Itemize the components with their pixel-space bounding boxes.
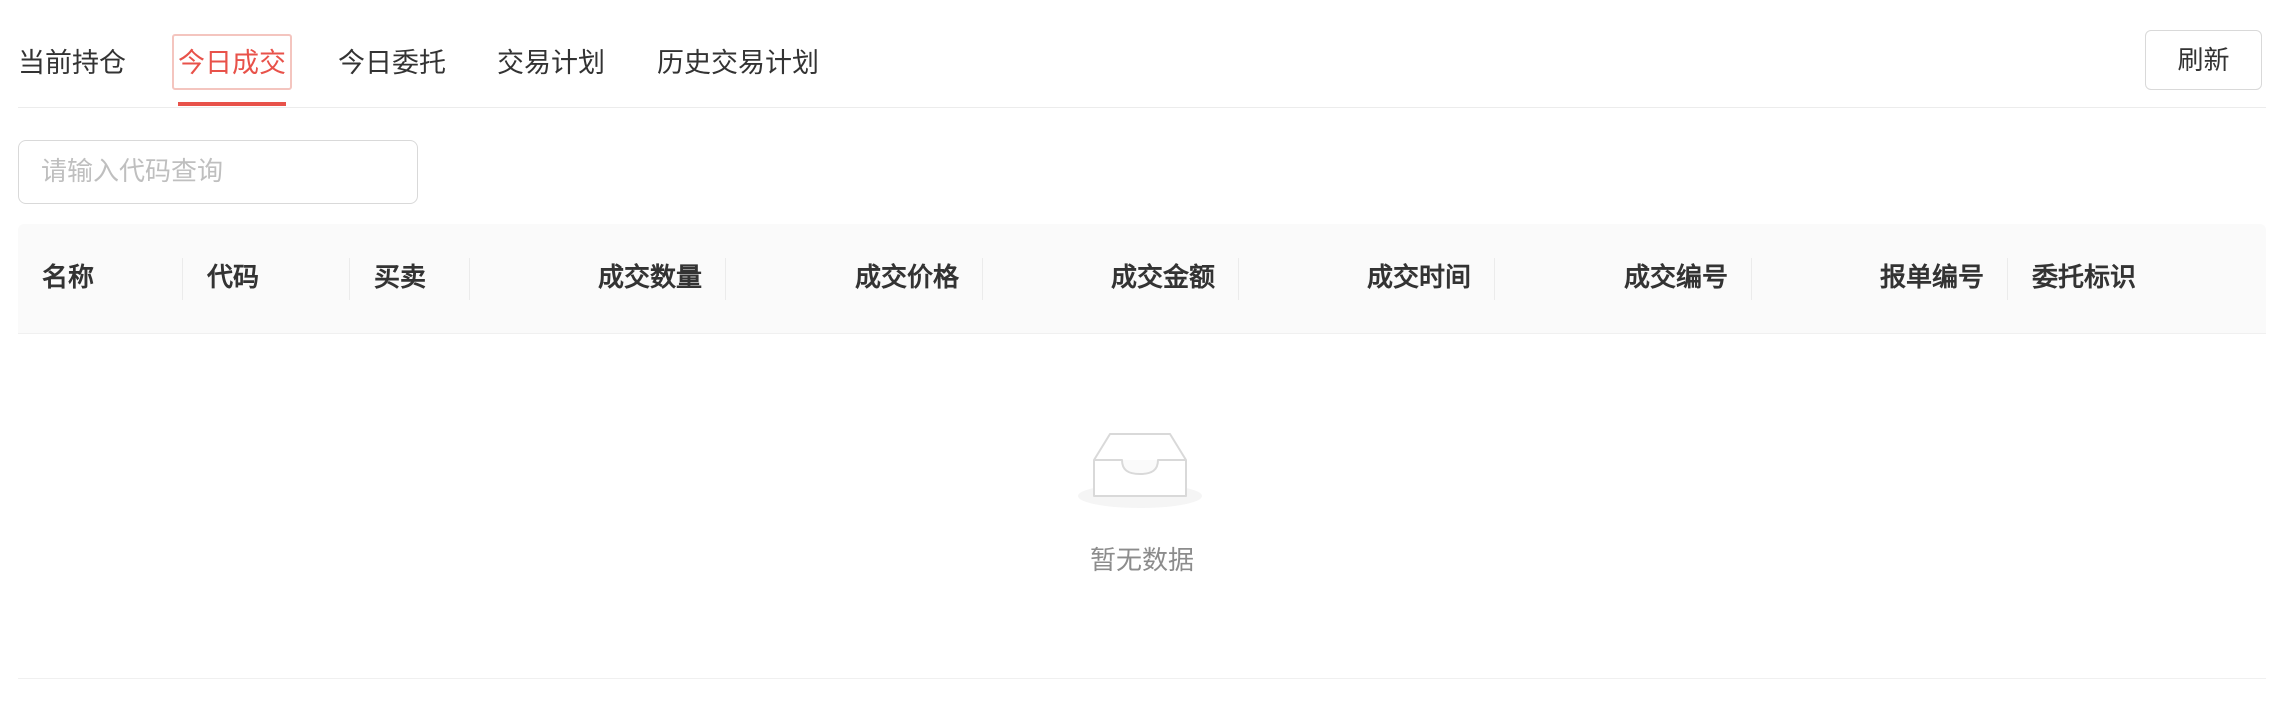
code-search-input[interactable] bbox=[18, 140, 418, 204]
column-header-quantity[interactable]: 成交数量 bbox=[470, 224, 726, 333]
column-header-order-id[interactable]: 报单编号 bbox=[1752, 224, 2008, 333]
column-header-label: 成交时间 bbox=[1366, 263, 1471, 293]
trade-panel: 当前持仓 今日成交 今日委托 交易计划 历史交易计划 刷新 名称 代码 买卖 bbox=[18, 0, 2266, 708]
tab-trade-plans[interactable]: 交易计划 bbox=[497, 30, 605, 106]
column-header-label: 委托标识 bbox=[2032, 263, 2137, 293]
column-header-name[interactable]: 名称 bbox=[18, 224, 183, 333]
column-header-trade-id[interactable]: 成交编号 bbox=[1495, 224, 1752, 333]
tab-label: 今日成交 bbox=[178, 48, 286, 79]
empty-state: 暂无数据 bbox=[18, 334, 2266, 679]
column-header-amount[interactable]: 成交金额 bbox=[983, 224, 1239, 333]
empty-inbox-icon bbox=[1078, 433, 1202, 508]
column-header-order-flag[interactable]: 委托标识 bbox=[2008, 224, 2266, 333]
column-header-price[interactable]: 成交价格 bbox=[726, 224, 983, 333]
column-header-side[interactable]: 买卖 bbox=[350, 224, 470, 333]
column-header-label: 买卖 bbox=[374, 263, 427, 293]
column-header-label: 成交数量 bbox=[597, 263, 702, 293]
column-header-label: 成交价格 bbox=[854, 263, 959, 293]
column-header-code[interactable]: 代码 bbox=[183, 224, 350, 333]
tab-history-trade-plans[interactable]: 历史交易计划 bbox=[657, 30, 819, 106]
column-header-time[interactable]: 成交时间 bbox=[1239, 224, 1495, 333]
tab-label: 交易计划 bbox=[497, 48, 605, 79]
column-header-label: 名称 bbox=[42, 263, 95, 293]
column-header-label: 成交编号 bbox=[1623, 263, 1728, 293]
empty-text: 暂无数据 bbox=[1089, 546, 1194, 576]
tab-current-positions[interactable]: 当前持仓 bbox=[18, 30, 126, 106]
tab-label: 历史交易计划 bbox=[657, 48, 819, 79]
column-header-label: 代码 bbox=[207, 263, 260, 293]
tab-today-orders[interactable]: 今日委托 bbox=[338, 30, 446, 106]
tab-bar: 当前持仓 今日成交 今日委托 交易计划 历史交易计划 刷新 bbox=[18, 30, 2266, 108]
refresh-button[interactable]: 刷新 bbox=[2145, 30, 2262, 90]
column-header-label: 成交金额 bbox=[1110, 263, 1215, 293]
tab-label: 当前持仓 bbox=[18, 48, 126, 79]
column-header-label: 报单编号 bbox=[1879, 263, 1984, 293]
tab-today-trades[interactable]: 今日成交 bbox=[172, 30, 292, 106]
tab-label: 今日委托 bbox=[338, 48, 446, 79]
table-header: 名称 代码 买卖 成交数量 成交价格 成交金额 成交时间 成交编号 报单编号 委… bbox=[18, 224, 2266, 334]
active-tab-indicator bbox=[178, 102, 286, 106]
